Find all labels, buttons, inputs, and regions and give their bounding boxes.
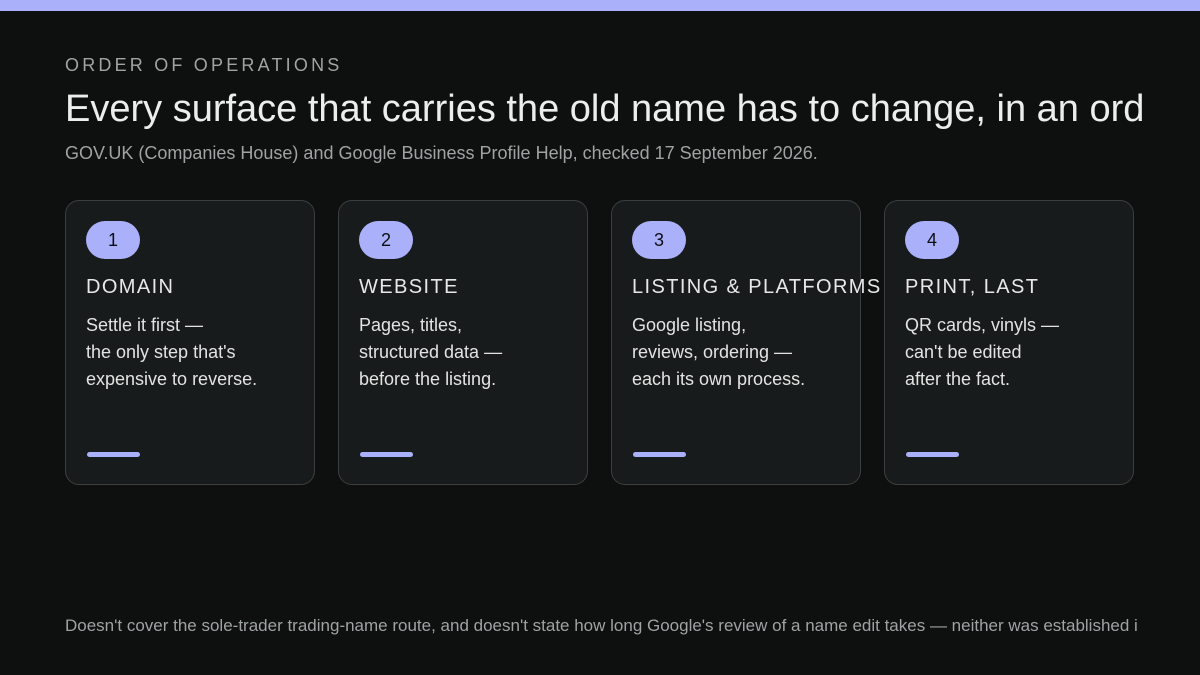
step-number-badge: 2 [359,221,413,259]
step-description-line: QR cards, vinyls — [905,315,1060,335]
step-accent-line [633,452,686,457]
step-card-website: 2 WEBSITE Pages, titles, structured data… [338,200,588,485]
step-description-line: Google listing, [632,315,747,335]
step-description-line: structured data — [359,342,503,362]
step-description: QR cards, vinyls — can't be edited after… [905,312,1059,393]
step-description-line: each its own process. [632,369,806,389]
step-description-line: can't be edited [905,342,1022,362]
step-accent-line [87,452,140,457]
step-card-listing-platforms: 3 LISTING & PLATFORMS Google listing, re… [611,200,880,485]
step-description-line: the only step that's [86,342,236,362]
step-title: LISTING & PLATFORMS [632,276,882,298]
step-accent-line [360,452,413,457]
step-description-line: Settle it first — [86,315,204,335]
section-eyebrow: ORDER OF OPERATIONS [65,55,343,75]
step-title: DOMAIN [86,276,175,298]
step-number-badge: 1 [86,221,140,259]
step-description-line: after the fact. [905,369,1011,389]
top-accent-bar [0,0,1200,11]
step-number-badge: 4 [905,221,959,259]
step-accent-line [906,452,959,457]
step-number-badge: 3 [632,221,686,259]
step-title: WEBSITE [359,276,459,298]
step-description: Settle it first — the only step that's e… [86,312,257,393]
step-description-line: before the listing. [359,369,497,389]
step-card-domain: 1 DOMAIN Settle it first — the only step… [65,200,315,485]
step-description-line: expensive to reverse. [86,369,258,389]
step-card-print-last: 4 PRINT, LAST QR cards, vinyls — can't b… [884,200,1134,485]
step-description: Google listing, reviews, ordering — each… [632,312,805,393]
step-description-line: reviews, ordering — [632,342,793,362]
step-title: PRINT, LAST [905,276,1040,298]
source-note: GOV.UK (Companies House) and Google Busi… [65,143,818,163]
step-description: Pages, titles, structured data — before … [359,312,502,393]
page-title: Every surface that carries the old name … [65,88,1145,130]
step-description-line: Pages, titles, [359,315,463,335]
footnote: Doesn't cover the sole-trader trading-na… [65,616,1138,635]
